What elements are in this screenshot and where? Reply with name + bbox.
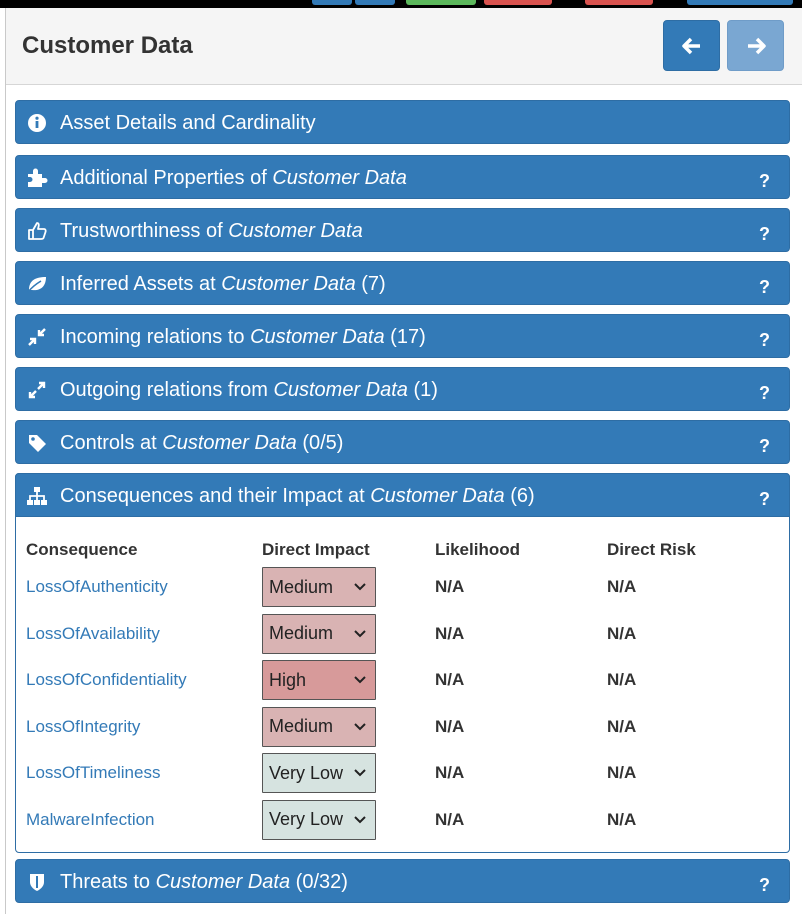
help-icon[interactable]: ? — [759, 383, 770, 404]
chevron-down-icon — [354, 723, 366, 731]
chevron-down-icon — [354, 769, 366, 777]
help-icon[interactable]: ? — [759, 436, 770, 457]
toolbar-button[interactable] — [312, 0, 352, 5]
section-title: Trustworthiness of Customer Data — [60, 220, 363, 242]
toolbar-button[interactable] — [355, 0, 395, 5]
table-row: LossOfIntegrity Medium N/A N/A — [26, 704, 767, 751]
risk-value: N/A — [607, 577, 637, 597]
shield-icon — [26, 871, 48, 893]
back-button[interactable] — [663, 20, 720, 71]
consequence-link[interactable]: LossOfAuthenticity — [26, 577, 168, 596]
toolbar-button[interactable] — [585, 0, 653, 5]
tag-icon — [26, 432, 48, 454]
risk-value: N/A — [607, 763, 637, 783]
section-title: Controls at Customer Data (0/5) — [60, 432, 344, 454]
impact-value: Very Low — [269, 762, 344, 783]
help-icon[interactable]: ? — [759, 171, 770, 192]
arrow-left-icon — [681, 37, 700, 54]
table-row: MalwareInfection Very Low N/A N/A — [26, 797, 767, 844]
risk-value: N/A — [607, 623, 637, 643]
column-header: Likelihood — [435, 540, 520, 559]
section-title: Outgoing relations from Customer Data (1… — [60, 379, 438, 401]
section-trustworthiness[interactable]: Trustworthiness of Customer Data ? — [15, 208, 790, 252]
leaf-icon — [26, 273, 48, 295]
sitemap-icon — [26, 485, 48, 507]
impact-value: High — [269, 669, 307, 690]
table-row: LossOfAvailability Medium N/A N/A — [26, 611, 767, 658]
consequence-link[interactable]: LossOfIntegrity — [26, 717, 140, 736]
impact-select[interactable]: Very Low — [262, 799, 376, 840]
section-incoming-relations[interactable]: Incoming relations to Customer Data (17)… — [15, 314, 790, 358]
compress-arrows-icon — [26, 326, 48, 348]
impact-select[interactable]: Medium — [262, 613, 376, 654]
risk-value: N/A — [607, 670, 637, 690]
forward-button[interactable] — [727, 20, 784, 71]
table-row: LossOfConfidentiality High N/A N/A — [26, 657, 767, 704]
help-icon[interactable]: ? — [759, 277, 770, 298]
help-icon[interactable]: ? — [759, 224, 770, 245]
impact-select[interactable]: Medium — [262, 706, 376, 747]
table-header-row: Consequence Direct Impact Likelihood Dir… — [26, 536, 767, 564]
consequence-link[interactable]: MalwareInfection — [26, 810, 155, 829]
arrow-right-icon — [747, 37, 766, 54]
likelihood-value: N/A — [435, 763, 465, 783]
likelihood-value: N/A — [435, 623, 465, 643]
section-outgoing-relations[interactable]: Outgoing relations from Customer Data (1… — [15, 367, 790, 411]
panel-header: Customer Data — [6, 8, 802, 85]
top-toolbar-strip — [0, 0, 802, 8]
chevron-down-icon — [354, 816, 366, 824]
table-row: LossOfAuthenticity Medium N/A N/A — [26, 564, 767, 611]
likelihood-value: N/A — [435, 577, 465, 597]
consequences-table: Consequence Direct Impact Likelihood Dir… — [26, 536, 767, 843]
chevron-down-icon — [354, 676, 366, 684]
section-title: Inferred Assets at Customer Data (7) — [60, 273, 386, 295]
consequence-link[interactable]: LossOfAvailability — [26, 624, 160, 643]
section-additional-properties[interactable]: Additional Properties of Customer Data ? — [15, 155, 790, 199]
help-icon[interactable]: ? — [759, 330, 770, 351]
section-asset-details[interactable]: Asset Details and Cardinality — [15, 100, 790, 144]
section-threats[interactable]: Threats to Customer Data (0/32) ? — [15, 859, 790, 903]
impact-select[interactable]: High — [262, 660, 376, 701]
section-inferred-assets[interactable]: Inferred Assets at Customer Data (7) ? — [15, 261, 790, 305]
consequence-link[interactable]: LossOfConfidentiality — [26, 670, 187, 689]
section-title: Threats to Customer Data (0/32) — [60, 871, 348, 893]
section-controls[interactable]: Controls at Customer Data (0/5) ? — [15, 420, 790, 464]
likelihood-value: N/A — [435, 809, 465, 829]
section-title: Consequences and their Impact at Custome… — [60, 485, 535, 507]
info-circle-icon — [26, 112, 48, 134]
section-title: Asset Details and Cardinality — [60, 112, 316, 134]
risk-value: N/A — [607, 716, 637, 736]
toolbar-button[interactable] — [687, 0, 793, 5]
thumbs-up-icon — [26, 220, 48, 242]
section-title: Incoming relations to Customer Data (17) — [60, 326, 426, 348]
help-icon[interactable]: ? — [759, 489, 770, 510]
likelihood-value: N/A — [435, 716, 465, 736]
impact-select[interactable]: Medium — [262, 567, 376, 608]
impact-value: Very Low — [269, 809, 344, 830]
expand-arrows-icon — [26, 379, 48, 401]
impact-value: Medium — [269, 623, 334, 644]
impact-value: Medium — [269, 716, 334, 737]
section-title: Additional Properties of Customer Data — [60, 167, 407, 189]
consequences-panel: Consequences and their Impact at Custome… — [15, 473, 790, 853]
impact-select[interactable]: Very Low — [262, 753, 376, 794]
help-icon[interactable]: ? — [759, 875, 770, 896]
column-header: Consequence — [26, 540, 138, 559]
chevron-down-icon — [354, 630, 366, 638]
likelihood-value: N/A — [435, 670, 465, 690]
impact-value: Medium — [269, 576, 334, 597]
asset-detail-panel: Customer Data Asset Details and Cardinal… — [5, 8, 802, 914]
column-header: Direct Impact — [262, 540, 370, 559]
section-consequences[interactable]: Consequences and their Impact at Custome… — [15, 473, 790, 517]
chevron-down-icon — [354, 583, 366, 591]
panel-title: Customer Data — [22, 32, 193, 59]
column-header: Direct Risk — [607, 540, 696, 559]
risk-value: N/A — [607, 809, 637, 829]
puzzle-icon — [26, 167, 48, 189]
toolbar-button[interactable] — [484, 0, 552, 5]
consequence-link[interactable]: LossOfTimeliness — [26, 763, 160, 782]
table-row: LossOfTimeliness Very Low N/A N/A — [26, 750, 767, 797]
toolbar-button[interactable] — [406, 0, 476, 5]
